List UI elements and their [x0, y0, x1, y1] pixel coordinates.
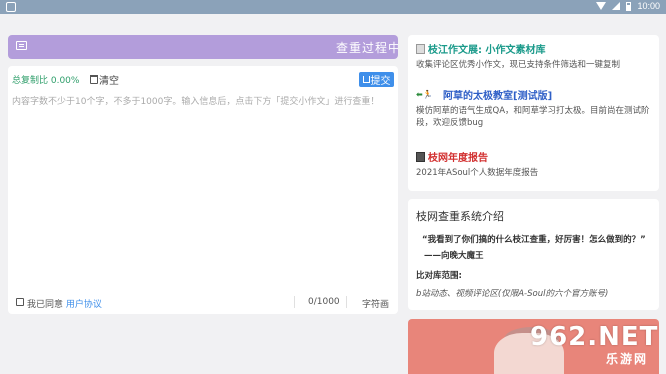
submit-label: 提交 — [370, 76, 391, 87]
link-title: 枝网年度报告 — [428, 153, 488, 164]
submit-button[interactable]: 提交 — [359, 72, 394, 87]
link-desc: 收集评论区优秀小作文，现已支持条件筛选和一键复制 — [416, 60, 621, 70]
editor-footer: 我已同意 用户协议 0/1000 字符画 — [8, 294, 398, 312]
char-count: 0/1000 — [308, 297, 340, 307]
status-bar: 10:00 — [0, 0, 666, 14]
agree-checkbox[interactable] — [16, 298, 24, 306]
watermark-sub: 乐游网 — [606, 352, 649, 366]
upload-icon — [362, 76, 370, 83]
link-desc: 模仿阿草的语气生成QA，和阿草学习打太极。目前尚在测试阶段，欢迎反馈bug — [416, 106, 650, 128]
link-annual-report[interactable]: 枝网年度报告 2021年ASoul个人数据年度报告 — [416, 149, 656, 179]
link-essay-library[interactable]: 枝江作文展: 小作文素材库 收集评论区优秀小作文，现已支持条件筛选和一键复制 — [416, 41, 656, 71]
app-icon — [6, 2, 16, 12]
message-icon — [16, 41, 27, 50]
watermark-logo: 962.NET — [530, 322, 659, 352]
trash-icon — [90, 75, 98, 84]
intro-quote: “我看到了你们搞的什么枝江查重，好厉害！怎么做到的？” — [422, 235, 646, 245]
notice-banner: 查重过程中遇 — [8, 35, 398, 59]
site-watermark: 962.NET 乐游网 — [530, 322, 660, 370]
clear-label: 清空 — [99, 76, 119, 87]
link-title: 枝江作文展: 小作文素材库 — [428, 45, 546, 56]
status-icons: 10:00 — [596, 1, 660, 11]
agree-prefix: 我已同意 — [27, 300, 64, 310]
divider — [346, 296, 347, 308]
report-icon — [416, 151, 425, 162]
divider — [294, 296, 295, 308]
wifi-icon — [596, 2, 607, 10]
links-card: 枝江作文展: 小作文素材库 收集评论区优秀小作文，现已支持条件筛选和一键复制 ⬅… — [408, 35, 659, 191]
user-agreement-link[interactable]: 用户协议 — [66, 300, 102, 310]
scope-text: b站动态、视频评论区(仅限A-Soul的六个官方账号) — [416, 289, 609, 299]
link-taichi[interactable]: ⬅🏃 阿草的太极教室[测试版] 模仿阿草的语气生成QA，和阿草学习打太极。目前尚… — [416, 87, 656, 129]
scope-title: 比对库范围: — [416, 271, 462, 281]
running-figure-icon: ⬅🏃 — [416, 89, 433, 99]
agree-text: 我已同意 用户协议 — [27, 297, 102, 310]
clear-button[interactable]: 清空 — [90, 72, 119, 87]
essay-editor: 总复制比 0.00% 清空 提交 内容字数不少于10个字，不多于1000字。输入… — [8, 66, 398, 314]
link-title: 阿草的太极教室[测试版] — [443, 91, 553, 102]
clock: 10:00 — [637, 1, 660, 11]
link-desc: 2021年ASoul个人数据年度报告 — [416, 168, 539, 178]
battery-icon — [626, 1, 632, 11]
system-intro-card: 枝网查重系统介绍 “我看到了你们搞的什么枝江查重，好厉害！怎么做到的？” ——向… — [408, 199, 659, 310]
banner-text: 查重过程中遇 — [336, 41, 398, 55]
document-icon — [416, 43, 425, 54]
essay-input[interactable]: 内容字数不少于10个字，不多于1000字。输入信息后，点击下方「提交小作文」进行… — [12, 96, 396, 109]
signal-icon — [612, 2, 621, 10]
ascii-art-button[interactable]: 字符画 — [362, 297, 389, 310]
intro-author: ——向晚大魔王 — [424, 251, 484, 261]
intro-heading: 枝网查重系统介绍 — [416, 210, 504, 223]
copy-rate: 总复制比 0.00% — [12, 76, 80, 86]
